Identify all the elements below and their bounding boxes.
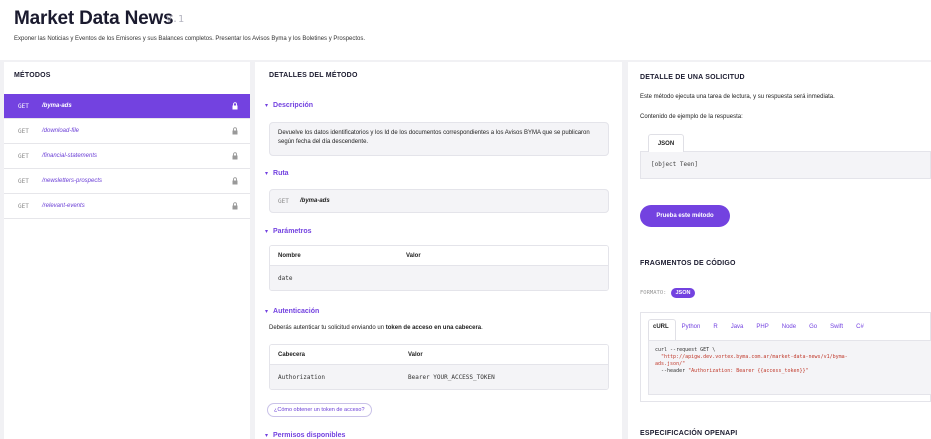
chevron-down-icon: ▾ [265, 432, 269, 439]
column-header: Valor [406, 252, 421, 259]
method-verb: GET [18, 127, 29, 135]
method-name: /download-file [42, 128, 80, 134]
permissions-label: Permisos disponibles [273, 432, 346, 439]
route-toggle[interactable]: ▾ Ruta [265, 170, 289, 177]
chevron-down-icon: ▾ [265, 170, 269, 177]
code-block: curl --request GET \ "http://apigw.dev.v… [648, 340, 931, 395]
table-row: Authorization Bearer YOUR_ACCESS_TOKEN [270, 365, 608, 389]
route-path: /byma-ads [300, 198, 330, 204]
auth-toggle[interactable]: ▾ Autenticación [265, 308, 319, 315]
method-details-panel: DETALLES DEL MÉTODO ▾ Descripción Devuel… [255, 62, 622, 439]
auth-text-pre: Deberás autenticar tu solicitud enviando… [269, 325, 386, 331]
page-subtitle: Exponer las Noticias y Eventos de los Em… [14, 36, 366, 42]
lock-icon [232, 127, 238, 135]
example-label: Contenido de ejemplo de la respuesta: [640, 114, 743, 120]
method-name: /newsletters-prospects [42, 178, 103, 184]
description-toggle[interactable]: ▾ Descripción [265, 102, 313, 109]
method-item-newsletters-prospects[interactable]: GET /newsletters-prospects [4, 169, 250, 194]
content-columns: MÉTODOS GET /byma-ads GET /download-file… [0, 60, 931, 439]
method-name: /relevant-events [42, 203, 85, 209]
code-line: --header [655, 368, 689, 374]
method-name: /financial-statements [42, 153, 98, 159]
request-panel: DETALLE DE UNA SOLICITUD Este método eje… [628, 62, 931, 439]
method-item-byma-ads[interactable]: GET /byma-ads [4, 94, 250, 119]
lock-icon [232, 152, 238, 160]
response-body: [object Teen] [640, 151, 931, 179]
lock-icon [232, 202, 238, 210]
code-line: curl --request GET \ [655, 347, 716, 353]
chevron-down-icon: ▾ [265, 228, 269, 235]
tab-swift[interactable]: Swift [830, 324, 843, 330]
chevron-down-icon: ▾ [265, 102, 269, 109]
params-label: Parámetros [273, 228, 312, 235]
snippets-heading: FRAGMENTOS DE CÓDIGO [640, 260, 736, 267]
code-line: ads.json/" [655, 361, 686, 367]
auth-text-bold: token de acceso en una cabecera [385, 325, 482, 331]
route-label: Ruta [273, 170, 289, 177]
request-info: Este método ejecuta una tarea de lectura… [640, 94, 835, 100]
method-item-relevant-events[interactable]: GET /relevant-events [4, 194, 250, 219]
tab-json[interactable]: JSON [648, 134, 684, 152]
chevron-down-icon: ▾ [265, 308, 269, 315]
token-help-link[interactable]: ¿Cómo obtener un token de acceso? [267, 403, 372, 417]
auth-table: Cabecera Valor Authorization Bearer YOUR… [269, 344, 609, 390]
method-verb: GET [18, 202, 29, 210]
code-string: "Authorization: Bearer {{access_token}}" [688, 368, 809, 374]
format-pill-json[interactable]: JSON [670, 288, 696, 298]
table-header-row: Nombre Valor [270, 246, 608, 266]
response-example: JSON [object Teen] [640, 134, 931, 196]
param-name: date [278, 274, 293, 282]
method-verb: GET [18, 152, 29, 160]
tab-csharp[interactable]: C# [856, 324, 864, 330]
description-box: Devuelve los datos identificatorios y lo… [269, 122, 609, 156]
code-snippet-card: cURL Python R Java PHP Node Go Swift C# … [640, 312, 931, 402]
description-label: Descripción [273, 102, 314, 109]
tab-go[interactable]: Go [809, 324, 817, 330]
column-header: Valor [408, 351, 423, 358]
page-title: Market Data News [14, 8, 174, 29]
auth-label: Autenticación [273, 308, 320, 315]
column-header: Nombre [278, 252, 301, 259]
tab-curl[interactable]: cURL [653, 324, 669, 330]
tab-php[interactable]: PHP [756, 324, 768, 330]
openapi-heading: ESPECIFICACIÓN OPENAPI [640, 430, 738, 437]
method-verb: GET [18, 102, 29, 110]
page-header: Market Data News V.1 Exponer las Noticia… [0, 0, 931, 60]
route-verb: GET [278, 197, 289, 205]
permissions-toggle[interactable]: ▾ Permisos disponibles [265, 432, 345, 439]
details-heading: DETALLES DEL MÉTODO [269, 72, 358, 79]
request-heading: DETALLE DE UNA SOLICITUD [640, 74, 745, 81]
header-name: Authorization [278, 373, 325, 381]
lock-icon [232, 102, 238, 110]
auth-description: Deberás autenticar tu solicitud enviando… [269, 325, 483, 331]
params-table: Nombre Valor date [269, 245, 609, 291]
method-list: GET /byma-ads GET /download-file GET /fi… [4, 94, 250, 219]
code-line: "http://apigw.dev.vortex.byma.com.ar/mar… [655, 354, 848, 360]
lock-icon [232, 177, 238, 185]
params-toggle[interactable]: ▾ Parámetros [265, 228, 312, 235]
methods-panel: MÉTODOS GET /byma-ads GET /download-file… [4, 62, 250, 439]
method-item-financial-statements[interactable]: GET /financial-statements [4, 144, 250, 169]
tab-python[interactable]: Python [682, 324, 701, 330]
language-tabs: cURL Python R Java PHP Node Go Swift C# [641, 313, 931, 341]
auth-text-post: . [481, 325, 483, 331]
tab-node[interactable]: Node [782, 324, 796, 330]
version-badge: V.1 [166, 14, 185, 25]
try-method-button[interactable]: Prueba este método [640, 205, 730, 227]
route-box: GET /byma-ads [269, 189, 609, 213]
table-row: date [270, 266, 608, 290]
method-name: /byma-ads [42, 103, 72, 109]
column-header: Cabecera [278, 351, 306, 358]
table-header-row: Cabecera Valor [270, 345, 608, 365]
header-value: Bearer YOUR_ACCESS_TOKEN [408, 373, 495, 381]
method-item-download-file[interactable]: GET /download-file [4, 119, 250, 144]
tab-r[interactable]: R [713, 324, 717, 330]
method-verb: GET [18, 177, 29, 185]
tab-java[interactable]: Java [731, 324, 744, 330]
format-selector: FORMATO: JSON [640, 288, 696, 298]
format-label: FORMATO: [640, 290, 667, 296]
methods-heading: MÉTODOS [14, 72, 51, 79]
